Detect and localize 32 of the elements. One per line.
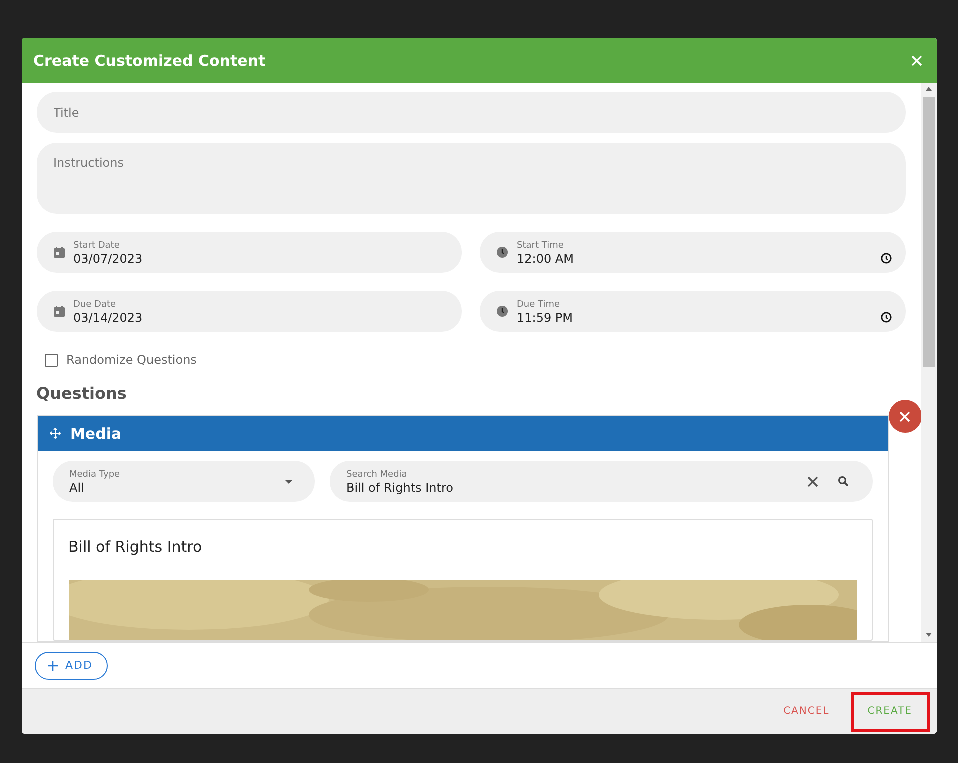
section-heading: Questions: [36, 384, 128, 403]
checkbox-label: Randomize Questions: [66, 353, 197, 367]
time-field[interactable]: Start Time 12:00 AM: [480, 232, 906, 273]
media-title: Bill of Rights Intro: [68, 538, 204, 556]
search-icon[interactable]: [838, 476, 848, 487]
clock-icon[interactable]: [880, 253, 892, 264]
card-title: Media: [70, 424, 122, 442]
checkbox[interactable]: [44, 354, 58, 366]
move-icon[interactable]: [50, 428, 60, 439]
search-field[interactable]: Search Media Bill of Rights Intro: [330, 461, 872, 502]
dropdown-icon: [284, 480, 292, 484]
close-icon: [899, 410, 911, 422]
date-field[interactable]: Due Date 03/14/2023: [36, 291, 462, 332]
remove-button[interactable]: [888, 400, 920, 433]
media-result-card[interactable]: Bill of Rights Intro: [52, 519, 872, 641]
dialog-title: Create Customized Content: [34, 52, 266, 70]
date-field[interactable]: Start Date 03/07/2023: [36, 232, 462, 273]
clear-icon: [806, 476, 818, 488]
close-button[interactable]: [910, 54, 922, 66]
scrollbar[interactable]: [920, 83, 936, 642]
plus-icon: [48, 660, 58, 670]
calendar-icon: [54, 247, 64, 258]
title-field[interactable]: Title: [36, 92, 906, 133]
calendar-icon: [54, 306, 64, 317]
close-icon: [910, 54, 922, 66]
add-button[interactable]: ADD: [34, 652, 108, 680]
clock-icon: [497, 247, 508, 258]
instructions-field[interactable]: Instructions: [36, 143, 906, 214]
time-field[interactable]: Due Time 11:59 PM: [480, 291, 906, 332]
clock-icon: [497, 306, 508, 317]
media-type-select[interactable]: Media Type All: [52, 461, 314, 502]
clock-icon[interactable]: [880, 312, 892, 323]
